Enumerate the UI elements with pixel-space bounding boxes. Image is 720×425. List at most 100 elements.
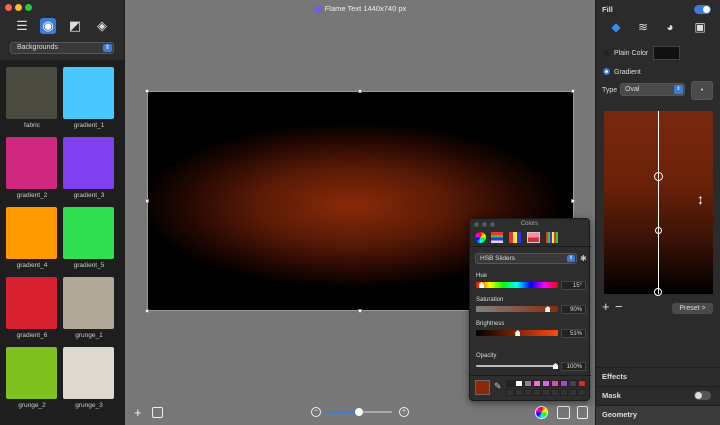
resize-handle-t[interactable] bbox=[358, 89, 362, 93]
background-thumbnail[interactable] bbox=[6, 207, 57, 259]
color-swatch[interactable] bbox=[533, 380, 541, 387]
sliders-tab-icon[interactable] bbox=[491, 232, 503, 243]
opacity-value[interactable]: 100% bbox=[561, 362, 586, 371]
add-layer-icon[interactable]: + bbox=[134, 406, 142, 419]
gradient-type-select[interactable]: Oval ⇕ bbox=[620, 83, 685, 96]
saturation-value[interactable]: 90% bbox=[561, 305, 586, 314]
opacity-slider[interactable] bbox=[476, 363, 558, 369]
color-swatch[interactable] bbox=[560, 380, 568, 387]
effects-section[interactable]: Effects bbox=[596, 367, 720, 385]
brightness-slider[interactable] bbox=[476, 330, 558, 336]
color-swatch[interactable] bbox=[560, 389, 568, 396]
opacity-label: Opacity bbox=[476, 353, 497, 359]
resize-handle-tr[interactable] bbox=[571, 89, 575, 93]
color-swatch[interactable] bbox=[542, 380, 550, 387]
saturation-slider-knob[interactable] bbox=[545, 306, 551, 312]
color-swatch[interactable] bbox=[524, 389, 532, 396]
color-swatch[interactable] bbox=[551, 380, 559, 387]
color-swatch[interactable] bbox=[506, 389, 514, 396]
gradient-editor[interactable]: ↕ bbox=[604, 111, 713, 296]
color-swatch[interactable] bbox=[569, 389, 577, 396]
sphere-icon[interactable]: ◕ bbox=[662, 20, 678, 36]
fill-toggle[interactable] bbox=[694, 5, 711, 14]
color-swatch[interactable] bbox=[569, 380, 577, 387]
color-swatch[interactable] bbox=[578, 389, 586, 396]
background-thumbnail[interactable] bbox=[63, 347, 114, 399]
colors-zoom-button[interactable] bbox=[490, 222, 495, 227]
resize-canvas-icon[interactable] bbox=[557, 406, 570, 419]
layers-tab-icon[interactable]: ◈ bbox=[94, 18, 110, 34]
pencils-tab-icon[interactable] bbox=[546, 232, 558, 243]
gear-icon[interactable]: ✱ bbox=[580, 254, 587, 263]
backgrounds-tab-icon[interactable]: ◉ bbox=[40, 18, 56, 34]
color-swatch[interactable] bbox=[515, 380, 523, 387]
resize-handle-bl[interactable] bbox=[145, 309, 149, 313]
gradient-radio[interactable] bbox=[603, 68, 610, 75]
add-stop-button[interactable]: + bbox=[602, 300, 610, 313]
geometry-section[interactable]: Geometry bbox=[596, 405, 720, 425]
gradient-stop[interactable] bbox=[654, 172, 663, 181]
color-swatch[interactable] bbox=[524, 380, 532, 387]
remove-stop-button[interactable]: − bbox=[615, 300, 623, 313]
brightness-slider-knob[interactable] bbox=[515, 330, 521, 336]
background-thumbnail[interactable] bbox=[6, 347, 57, 399]
color-swatch[interactable] bbox=[515, 389, 523, 396]
gradient-center-button[interactable]: • bbox=[691, 81, 713, 100]
plain-color-well[interactable] bbox=[653, 46, 680, 60]
mask-section[interactable]: Mask bbox=[596, 386, 720, 404]
color-swatch[interactable] bbox=[542, 389, 550, 396]
zoom-slider[interactable] bbox=[326, 408, 392, 416]
resize-handle-b[interactable] bbox=[358, 309, 362, 313]
preset-button[interactable]: Preset > bbox=[672, 303, 713, 314]
category-select[interactable]: Backgrounds ⇕ bbox=[10, 42, 114, 54]
minimize-window-button[interactable] bbox=[15, 4, 22, 11]
share-icon[interactable] bbox=[577, 406, 588, 419]
hue-slider-knob[interactable] bbox=[479, 282, 485, 288]
plain-color-radio[interactable] bbox=[603, 50, 610, 57]
background-thumbnail[interactable] bbox=[63, 67, 114, 119]
color-wheel-icon[interactable] bbox=[535, 406, 548, 419]
zoom-slider-knob[interactable] bbox=[355, 408, 363, 416]
color-swatch[interactable] bbox=[551, 389, 559, 396]
close-window-button[interactable] bbox=[5, 4, 12, 11]
background-thumbnail[interactable] bbox=[6, 137, 57, 189]
eyedropper-icon[interactable]: ✎ bbox=[494, 381, 502, 392]
zoom-out-icon[interactable]: − bbox=[311, 407, 321, 417]
zoom-window-button[interactable] bbox=[25, 4, 32, 11]
grid-view-icon[interactable] bbox=[152, 407, 163, 418]
hue-value[interactable]: 15° bbox=[561, 281, 586, 290]
texture-icon[interactable]: ≋ bbox=[635, 20, 651, 36]
gradient-stop[interactable] bbox=[655, 227, 662, 234]
color-wheel-tab-icon[interactable] bbox=[475, 232, 486, 243]
palettes-tab-icon[interactable] bbox=[509, 232, 521, 243]
list-view-icon[interactable]: ☰ bbox=[14, 18, 30, 34]
gradient-stop[interactable] bbox=[654, 288, 662, 296]
background-thumbnail-label: gradient_1 bbox=[73, 122, 105, 129]
background-thumbnail[interactable] bbox=[63, 207, 114, 259]
brightness-value[interactable]: 51% bbox=[561, 329, 586, 338]
shapes-tab-icon[interactable]: ◩ bbox=[67, 18, 83, 34]
color-swatch[interactable] bbox=[578, 380, 586, 387]
paint-bucket-icon[interactable]: ◆ bbox=[608, 20, 624, 36]
background-thumbnail[interactable] bbox=[63, 137, 114, 189]
colors-minimize-button[interactable] bbox=[482, 222, 487, 227]
opacity-slider-knob[interactable] bbox=[553, 363, 558, 369]
zoom-in-icon[interactable]: + bbox=[399, 407, 409, 417]
saturation-slider[interactable] bbox=[476, 306, 558, 312]
image-fill-icon[interactable]: ▣ bbox=[692, 20, 708, 36]
background-thumbnail[interactable] bbox=[6, 277, 57, 329]
colors-close-button[interactable] bbox=[474, 222, 479, 227]
hue-slider[interactable] bbox=[476, 282, 558, 288]
resize-handle-l[interactable] bbox=[145, 199, 149, 203]
current-color-well[interactable] bbox=[475, 380, 490, 395]
mask-toggle[interactable] bbox=[694, 391, 711, 400]
color-swatch[interactable] bbox=[506, 380, 514, 387]
color-mode-select[interactable]: HSB Sliders ⇕ bbox=[475, 253, 577, 264]
background-thumbnail[interactable] bbox=[63, 277, 114, 329]
color-swatch[interactable] bbox=[533, 389, 541, 396]
image-palettes-tab-icon[interactable] bbox=[527, 232, 540, 243]
resize-handle-r[interactable] bbox=[571, 199, 575, 203]
background-thumbnail[interactable] bbox=[6, 67, 57, 119]
resize-handle-tl[interactable] bbox=[145, 89, 149, 93]
resize-vertical-icon[interactable]: ↕ bbox=[697, 191, 704, 207]
